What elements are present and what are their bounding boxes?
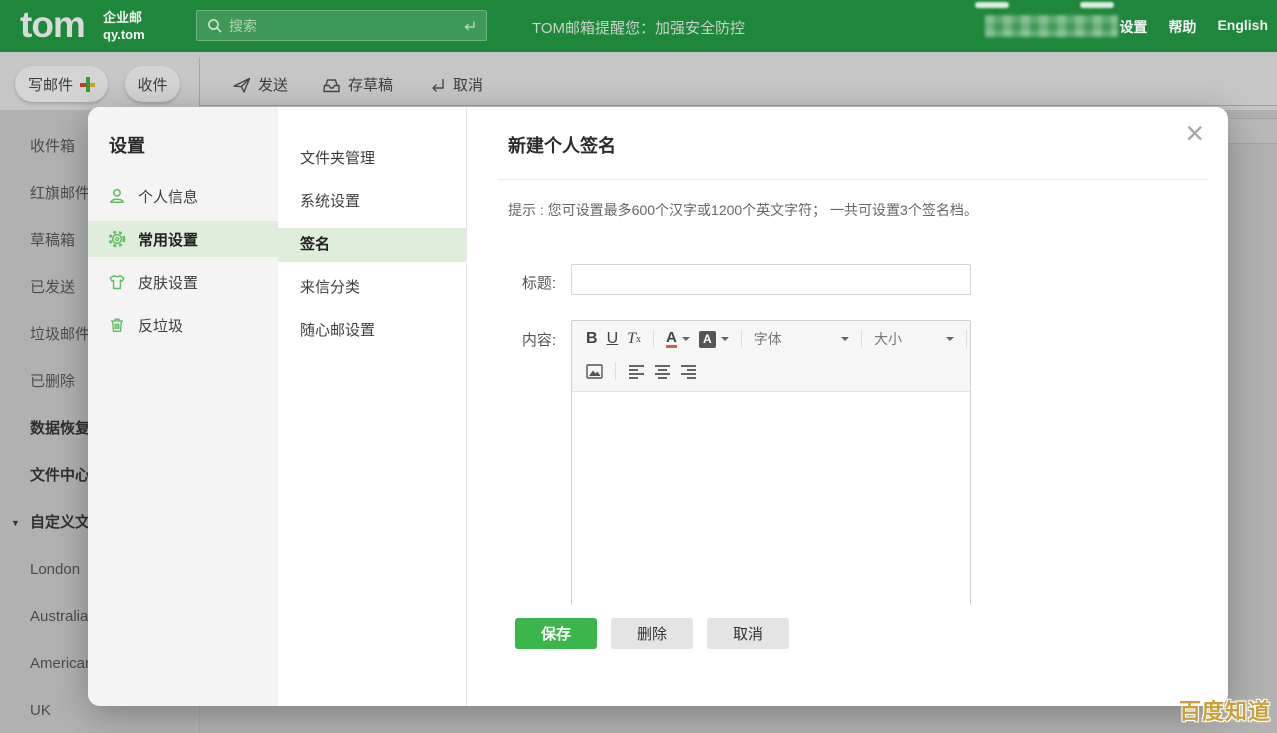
- underline-button[interactable]: U: [607, 330, 619, 348]
- font-size-select[interactable]: 大小: [874, 329, 954, 349]
- menu-item-skin-settings[interactable]: 皮肤设置: [88, 264, 278, 300]
- menu-item-general-settings[interactable]: 常用设置: [88, 221, 278, 257]
- toolbar-separator: [653, 330, 654, 348]
- settings-submenu-panel: 文件夹管理 系统设置 签名 来信分类 随心邮设置: [278, 107, 467, 706]
- signature-dialog: 新建个人签名 × 提示 : 您可设置最多600个汉字或1200个英文字符； 一共…: [467, 107, 1228, 706]
- save-draft-button[interactable]: 存草稿: [322, 74, 393, 95]
- bg-color-button[interactable]: A: [699, 331, 729, 348]
- list-top-line: [199, 105, 1277, 106]
- settings-modal: 设置 个人信息: [88, 107, 1228, 706]
- topbar-links: 设置 帮助 English: [1119, 17, 1268, 37]
- toolbar-separator: [861, 330, 862, 348]
- font-family-select[interactable]: 字体: [754, 329, 849, 349]
- mail-toolbar: 写邮件 收件 发送: [0, 52, 1277, 110]
- top-bar: tom 企业邮 qy.tom TOM邮箱提醒您：加强安全防控 / 设置: [0, 0, 1277, 52]
- draft-box-icon: [322, 75, 341, 94]
- account-blurred: [985, 15, 1118, 37]
- menu-item-anti-spam[interactable]: 反垃圾: [88, 307, 278, 343]
- cancel-button[interactable]: 取消: [707, 618, 789, 649]
- signature-editor-area[interactable]: [572, 392, 970, 608]
- signature-title-input[interactable]: [571, 264, 971, 295]
- cancel-compose-button[interactable]: 取消: [427, 74, 483, 95]
- cancel-compose-label: 取消: [453, 74, 483, 95]
- align-right-button[interactable]: [680, 364, 697, 379]
- toolbar-separator: [966, 330, 967, 348]
- trash-icon: [108, 316, 126, 334]
- compose-button[interactable]: 写邮件: [15, 66, 108, 102]
- dialog-header: 新建个人签名 ×: [467, 107, 1228, 180]
- signature-editor: B U Tx A A 字体: [571, 320, 971, 605]
- send-button[interactable]: 发送: [232, 74, 288, 95]
- settings-link[interactable]: 设置: [1119, 17, 1147, 37]
- clear-format-button[interactable]: Tx: [627, 330, 641, 348]
- toolbar-separator: [615, 362, 616, 380]
- save-draft-label: 存草稿: [348, 74, 393, 95]
- return-arrow-icon: [427, 75, 446, 94]
- send-label: 发送: [258, 74, 288, 95]
- save-button[interactable]: 保存: [515, 618, 597, 649]
- app-window: tom 企业邮 qy.tom TOM邮箱提醒您：加强安全防控 / 设置: [0, 0, 1277, 733]
- receive-button[interactable]: 收件: [125, 66, 180, 102]
- shirt-icon: [108, 273, 126, 291]
- submenu-item-signature[interactable]: 签名: [278, 228, 466, 262]
- dialog-hint: 提示 : 您可设置最多600个汉字或1200个英文字符； 一共可设置3个签名档。: [508, 200, 978, 220]
- header-divider: [498, 179, 1208, 180]
- close-icon[interactable]: ×: [1185, 117, 1204, 149]
- editor-toolbar: B U Tx A A 字体: [572, 321, 970, 392]
- settings-menu-panel: 设置 个人信息: [88, 107, 278, 706]
- bold-button[interactable]: B: [586, 330, 598, 348]
- content-field-label: 内容:: [467, 329, 556, 350]
- blur-artifact: [1080, 2, 1114, 8]
- user-icon: [108, 187, 126, 205]
- delete-button[interactable]: 删除: [611, 618, 693, 649]
- language-link[interactable]: English: [1217, 17, 1268, 37]
- plus-icon: [80, 77, 95, 92]
- caret-down-icon: [841, 337, 849, 341]
- dialog-title: 新建个人签名: [508, 132, 616, 158]
- blur-artifact: [975, 2, 1009, 8]
- submenu-item-folder-management[interactable]: 文件夹管理: [278, 142, 466, 176]
- gear-icon: [108, 230, 126, 248]
- chevron-down-icon[interactable]: ▼: [11, 512, 20, 534]
- receive-label: 收件: [137, 74, 167, 95]
- caret-down-icon: [721, 337, 729, 341]
- title-field-label: 标题:: [467, 272, 556, 293]
- submenu-item-suixin-mail[interactable]: 随心邮设置: [278, 314, 466, 348]
- send-icon: [232, 75, 251, 94]
- align-center-button[interactable]: [654, 364, 671, 379]
- baidu-zhidao-watermark: 百度知道: [1179, 694, 1271, 726]
- submenu-item-mail-classification[interactable]: 来信分类: [278, 271, 466, 305]
- font-color-button[interactable]: A: [666, 330, 690, 348]
- caret-down-icon: [682, 337, 690, 341]
- align-left-button[interactable]: [628, 364, 645, 379]
- settings-title: 设置: [88, 107, 278, 156]
- help-link[interactable]: 帮助: [1168, 17, 1196, 37]
- compose-label: 写邮件: [28, 74, 73, 95]
- toolbar-separator: [741, 330, 742, 348]
- caret-down-icon: [946, 337, 954, 341]
- insert-image-button[interactable]: [586, 364, 603, 379]
- toolbar-actions: 发送 存草稿 取消: [232, 66, 483, 102]
- submenu-item-system-settings[interactable]: 系统设置: [278, 185, 466, 219]
- menu-item-personal-info[interactable]: 个人信息: [88, 178, 278, 214]
